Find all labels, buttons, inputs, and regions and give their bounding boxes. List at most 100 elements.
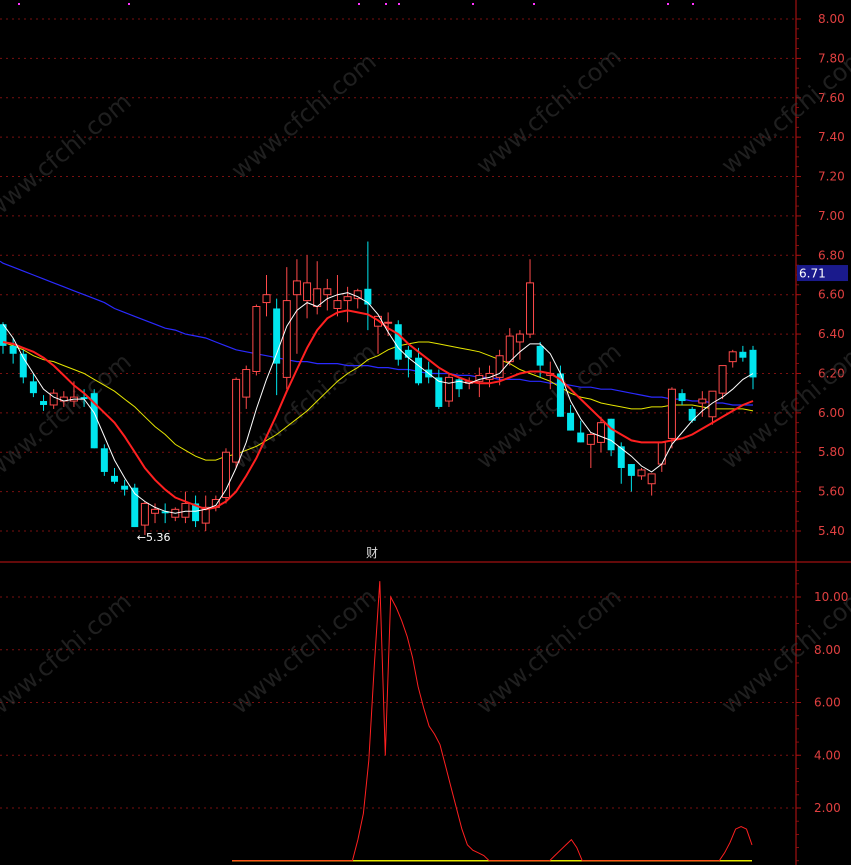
candle [444, 373, 453, 407]
event-marker-dot [472, 3, 474, 5]
candle-body-up [586, 434, 595, 445]
candle [100, 444, 108, 476]
sub-y-tick-label: 4.00 [814, 748, 841, 762]
candle [394, 320, 402, 366]
candle [567, 404, 575, 431]
candle-body-up [313, 288, 322, 308]
candle-body-up [505, 335, 514, 363]
event-marker-dot [385, 3, 387, 5]
candle [282, 267, 291, 390]
main-y-tick-label: 5.40 [818, 524, 845, 538]
main-y-tick-label: 7.40 [818, 130, 845, 144]
candle-body-down [577, 432, 585, 443]
candle [607, 418, 615, 457]
candle [221, 448, 230, 504]
candle-body-up [252, 306, 261, 372]
candle-body-up [444, 376, 453, 402]
main-y-tick-label: 6.60 [818, 288, 845, 302]
main-y-tick-label: 6.40 [818, 327, 845, 341]
candle [455, 377, 463, 398]
candle [232, 377, 241, 468]
event-marker-dot [692, 3, 694, 5]
candle [425, 361, 433, 384]
candle [252, 304, 261, 376]
candle-body-up [667, 388, 676, 439]
event-marker-dot [667, 3, 669, 5]
candle-body-up [343, 296, 352, 302]
candle-body-up [515, 333, 524, 343]
candle-body-up [262, 294, 271, 304]
main-y-tick-label: 7.00 [818, 209, 845, 223]
candle-body-up [596, 422, 605, 443]
main-y-tick-label: 6.00 [818, 406, 845, 420]
current-price-label: 6.71 [799, 267, 826, 281]
candle-body-up [181, 502, 190, 518]
sub-y-tick-label: 6.00 [814, 696, 841, 710]
watermark-text: www.cfchi.com [471, 42, 627, 179]
candle [647, 473, 656, 496]
candle [171, 507, 180, 522]
main-y-tick-label: 5.80 [818, 445, 845, 459]
event-marker-dot [533, 3, 535, 5]
watermark-text: www.cfchi.com [226, 582, 382, 719]
chart-svg[interactable]: 8.007.807.607.407.207.006.806.606.406.20… [0, 0, 851, 865]
candle-body-up [526, 282, 535, 335]
main-y-tick-label: 8.00 [818, 12, 845, 26]
candle-body-up [292, 280, 301, 296]
event-marker-dot [398, 3, 400, 5]
candle [718, 365, 727, 400]
candle-body-up [140, 502, 149, 526]
candle [110, 467, 118, 484]
candle-body-down [40, 401, 48, 405]
candle-body-up [221, 451, 230, 499]
sub-y-tick-label: 2.00 [814, 801, 841, 815]
candle [201, 495, 210, 531]
watermark-text: www.cfchi.com [716, 42, 851, 179]
candle [749, 345, 757, 390]
candle [728, 349, 737, 368]
candle-body-up [708, 390, 717, 418]
candle [19, 349, 27, 384]
indicator-line [232, 581, 753, 862]
candle [739, 345, 747, 362]
candle [303, 255, 312, 319]
watermark-text: www.cfchi.com [471, 582, 627, 719]
candle-body-down [100, 448, 108, 472]
candle-body-down [394, 324, 402, 360]
candle-body-up [282, 300, 291, 378]
candle-body-down [678, 393, 686, 402]
candle-body-up [333, 300, 342, 309]
candle-body-up [242, 369, 251, 398]
candle-body-up [637, 469, 646, 477]
candle [708, 390, 717, 425]
candle [181, 491, 190, 524]
main-y-tick-label: 7.20 [818, 170, 845, 184]
candle-body-up [151, 508, 160, 514]
candle [627, 464, 635, 492]
candle-body-down [617, 446, 625, 468]
candle-body-up [647, 473, 656, 485]
candle [637, 467, 646, 480]
candle-body-up [353, 290, 362, 300]
finance-marker-label: 财 [366, 546, 378, 560]
candle-body-down [536, 345, 544, 366]
candle [435, 369, 443, 409]
watermark-text: www.cfchi.com [0, 587, 137, 724]
main-y-tick-label: 6.80 [818, 248, 845, 262]
candle [292, 259, 301, 354]
candle-body-up [323, 288, 332, 296]
candle-body-up [718, 365, 727, 394]
candle [242, 365, 251, 409]
candle-body-down [607, 418, 615, 451]
candle-body-down [110, 475, 118, 482]
candle-body-up [728, 351, 737, 363]
candle [526, 259, 535, 339]
stock-chart-window: 8.00 7.80 7.60 7.40 7.20 7.00 6.80 6.60 6.40 6.20… [0, 0, 851, 865]
candle-body-down [415, 357, 423, 384]
candle [515, 330, 524, 360]
candle-body-down [29, 381, 37, 394]
event-marker-dot [18, 3, 20, 5]
candle-body-up [657, 441, 666, 465]
watermark-text: www.cfchi.com [226, 337, 382, 474]
candle-body-down [121, 485, 129, 490]
